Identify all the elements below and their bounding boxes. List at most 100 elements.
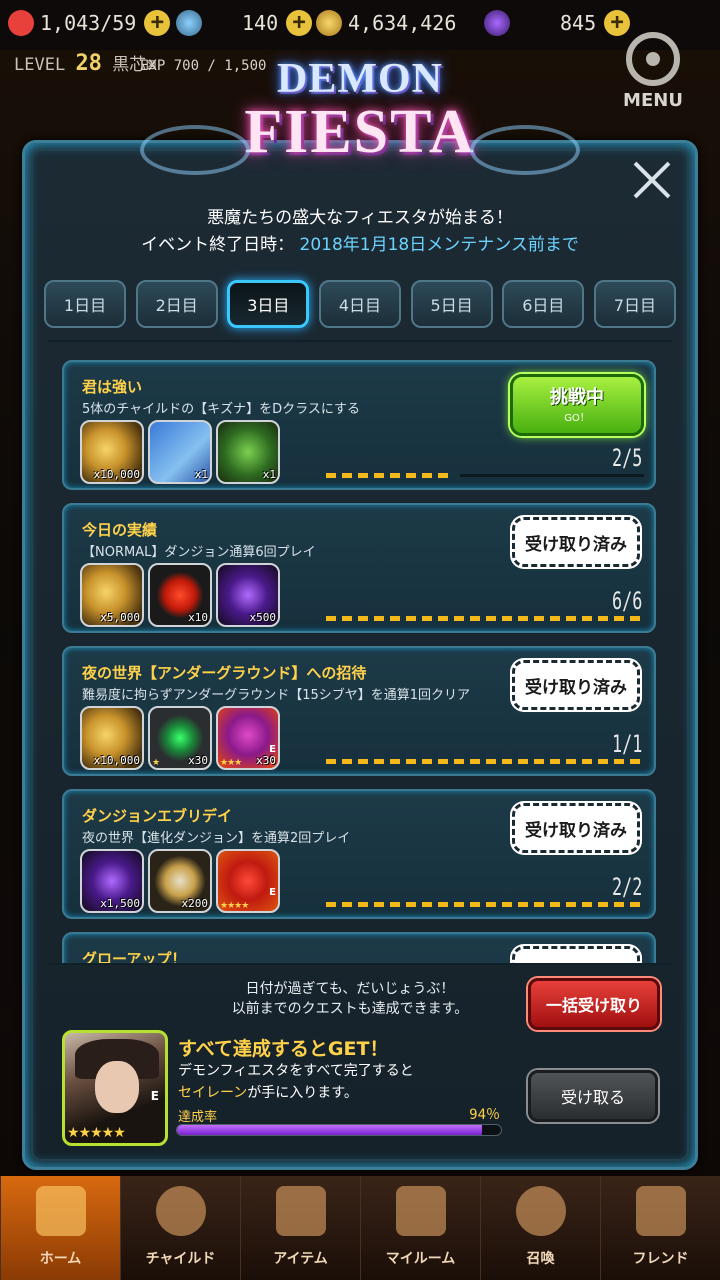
nav-flame-eye[interactable]: チャイルド xyxy=(120,1176,240,1280)
quest-list[interactable]: 君は強い 5体のチャイルドの【キズナ】をDクラスにする x10,000 x1 x1 2/5… xyxy=(48,340,672,965)
receive-button[interactable]: 受け取る xyxy=(528,1070,658,1122)
quest-progress: 6/6 xyxy=(326,587,644,621)
quest-progress: 2/5 xyxy=(326,444,644,478)
nav-home[interactable]: ホーム xyxy=(0,1176,120,1280)
quest-progress: 1/1 xyxy=(326,730,644,764)
rank-label: E xyxy=(269,744,276,755)
received-button[interactable]: 受け取り済み xyxy=(512,803,640,853)
event-subtitle: 悪魔たちの盛大なフィエスタが始まる！ xyxy=(207,208,513,228)
green-book-icon[interactable]: x1 xyxy=(216,420,280,484)
close-icon[interactable] xyxy=(632,160,672,200)
progress-dashes xyxy=(326,616,644,621)
crystal-counter: 845 + xyxy=(484,8,631,38)
completion-reward-desc: セイレーンが手に入ります。 xyxy=(178,1085,358,1101)
quest-card: 今日の実績 【NORMAL】ダンジョン通算6回プレイ x5,000 x10 x500 6/… xyxy=(62,503,656,633)
reward-quantity: x1 xyxy=(194,468,208,481)
gold-icon xyxy=(316,10,342,36)
reward-items: x1,500 x200 ★★★★ E xyxy=(80,849,280,913)
progress-remaining xyxy=(459,474,644,477)
tab-day-7[interactable]: 7日目 xyxy=(593,280,676,328)
demon-fiesta-logo: DEMON FIESTA xyxy=(140,55,580,195)
completion-reward-title: すべて達成するとGET！ xyxy=(178,1038,389,1060)
nav-shield[interactable]: フレンド xyxy=(600,1176,720,1280)
tab-day-2[interactable]: 2日目 xyxy=(135,280,218,328)
tab-day-4[interactable]: 4日目 xyxy=(318,280,401,328)
reward-character-portrait: E ★★★★★ xyxy=(62,1030,168,1146)
silver-coin-icon[interactable]: x200 xyxy=(148,849,212,913)
progress-count: 2/2 xyxy=(611,873,642,901)
red-demon-icon[interactable]: ★★★★ E xyxy=(216,849,280,913)
player-level: LEVEL 28 黒芯⊠ xyxy=(14,51,157,76)
gem-counter: 140 + xyxy=(176,8,313,38)
reward-quantity: x10,000 xyxy=(93,468,140,481)
achievement-progress-fill xyxy=(177,1125,482,1135)
nav-label: アイテム xyxy=(273,1251,328,1267)
reward-quantity: x10 xyxy=(188,611,208,624)
received-button[interactable]: 受け取り済み xyxy=(512,517,640,567)
reward-items: x10,000 x1 x1 xyxy=(80,420,280,484)
gold-coins-icon[interactable]: x5,000 xyxy=(80,563,144,627)
bank-card-icon[interactable]: x1 xyxy=(148,420,212,484)
gold-coins-icon[interactable]: x10,000 xyxy=(80,706,144,770)
received-button[interactable]: 受け取り済み xyxy=(512,660,640,710)
gold-coins-icon[interactable]: x10,000 xyxy=(80,420,144,484)
reward-quantity: x1,500 xyxy=(100,897,140,910)
quest-description: 5体のチャイルドの【キズナ】をDクラスにする xyxy=(82,402,361,417)
nav-label: チャイルド xyxy=(145,1251,216,1267)
tab-day-1[interactable]: 1日目 xyxy=(44,280,126,328)
quest-description: 【NORMAL】ダンジョン通算6回プレイ xyxy=(82,545,316,560)
emerald-icon[interactable]: x30 ★ xyxy=(148,706,212,770)
reward-quantity: x30 xyxy=(256,754,276,767)
sword-shield-icon xyxy=(275,1186,326,1236)
reward-items: x5,000 x10 x500 xyxy=(80,563,280,627)
shield-icon xyxy=(635,1186,686,1236)
nav-potion[interactable]: 召喚 xyxy=(480,1176,600,1280)
pink-demon-icon[interactable]: x30 ★★★ E xyxy=(216,706,280,770)
challenge-button[interactable]: 挑戦中 GO！ xyxy=(510,374,644,436)
bulk-receive-button[interactable]: 一括受け取り xyxy=(528,978,660,1030)
rank-label: E xyxy=(269,887,276,898)
purple-crystal-icon[interactable]: x500 xyxy=(216,563,280,627)
rarity-stars: ★★★ xyxy=(220,758,242,768)
heart-icon[interactable]: x10 xyxy=(148,563,212,627)
rank-label: E xyxy=(150,1089,159,1103)
quest-description: 難易度に拘らずアンダーグラウンド【15シブヤ】を通算1回クリア xyxy=(82,688,471,703)
rarity-stars: ★★★★★ xyxy=(67,1125,126,1141)
crystal-icon xyxy=(484,10,510,36)
received-button[interactable]: 受け取り済み xyxy=(512,946,640,963)
add-gems-button[interactable]: + xyxy=(286,10,313,36)
rarity-stars: ★★★★ xyxy=(220,901,249,911)
gold-counter: 4,634,426 xyxy=(316,8,456,38)
progress-dashes xyxy=(326,902,644,907)
menu-button[interactable]: MENU xyxy=(622,32,684,111)
footer-note: 日付が過ぎても、だいじょうぶ！ xyxy=(245,981,455,997)
crown-icon xyxy=(395,1186,446,1236)
tab-day-5[interactable]: 5日目 xyxy=(410,280,493,328)
quest-description: 夜の世界【進化ダンジョン】を通算2回プレイ xyxy=(82,831,351,846)
progress-dashes xyxy=(326,473,454,478)
potion-icon xyxy=(515,1186,566,1236)
tab-day-6[interactable]: 6日目 xyxy=(502,280,585,328)
completion-reward-desc: デモンフィエスタをすべて完了すると xyxy=(178,1063,414,1079)
nav-sword-shield[interactable]: アイテム xyxy=(240,1176,360,1280)
quest-title: 夜の世界【アンダーグラウンド】への招待 xyxy=(82,664,367,682)
home-icon xyxy=(35,1186,86,1236)
rarity-stars: ★ xyxy=(152,758,160,768)
progress-count: 6/6 xyxy=(611,587,642,615)
progress-count: 2/5 xyxy=(611,444,642,472)
progress-dashes xyxy=(326,759,644,764)
reward-items: x10,000 x30 ★ x30 ★★★ E xyxy=(80,706,280,770)
nav-label: ホーム xyxy=(39,1251,82,1267)
nav-crown[interactable]: マイルーム xyxy=(360,1176,480,1280)
reward-quantity: x1 xyxy=(262,468,276,481)
day-tabs: 1日目 2日目 3日目 4日目 5日目 6日目 7日目 xyxy=(44,280,676,330)
stamina-counter: 1,043/59 + xyxy=(8,8,171,38)
add-stamina-button[interactable]: + xyxy=(144,10,171,36)
progress-count: 1/1 xyxy=(611,730,642,758)
tab-day-3[interactable]: 3日目 xyxy=(227,280,310,328)
quest-title: グローアップ！ xyxy=(82,950,187,965)
purple-crystal-icon[interactable]: x1,500 xyxy=(80,849,144,913)
reward-quantity: x5,000 xyxy=(100,611,140,624)
wrench-gear-icon xyxy=(626,32,680,86)
achievement-rate-value: 94％ xyxy=(469,1107,500,1123)
